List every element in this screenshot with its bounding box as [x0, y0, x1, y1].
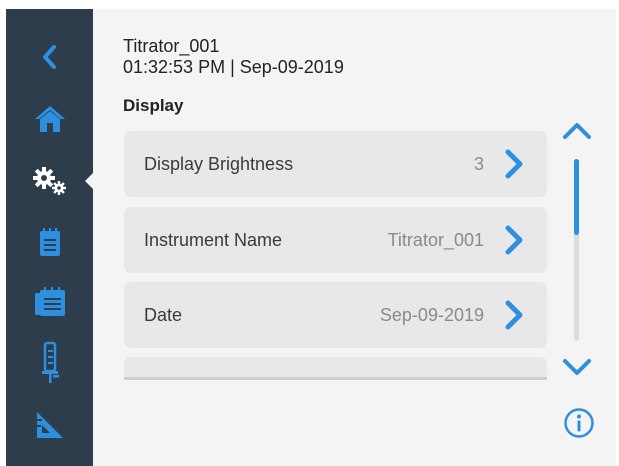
scroll-up-button[interactable]	[561, 119, 593, 141]
chevron-right-icon	[505, 225, 523, 255]
header: Titrator_001 01:32:53 PM | Sep-09-2019	[123, 36, 344, 78]
settings-list: Display Brightness 3 Instrument Name Tit…	[124, 131, 547, 378]
setting-row-partial[interactable]	[124, 357, 547, 378]
info-button[interactable]	[563, 407, 595, 439]
sidebar-item-reports[interactable]	[6, 282, 93, 322]
scroll-down-button[interactable]	[561, 357, 593, 379]
back-button[interactable]	[6, 37, 93, 77]
setting-value: Titrator_001	[387, 229, 484, 250]
sidebar-item-measure[interactable]	[6, 405, 93, 445]
sidebar-item-settings[interactable]	[6, 161, 93, 201]
active-item-pointer	[85, 172, 94, 190]
setting-row-display-brightness[interactable]: Display Brightness 3	[124, 131, 547, 197]
setting-label: Instrument Name	[144, 229, 283, 250]
reports-calendar-icon	[34, 287, 65, 316]
setting-row-instrument-name[interactable]: Instrument Name Titrator_001	[124, 207, 547, 273]
notepad-icon	[39, 228, 60, 256]
app-frame: Titrator_001 01:32:53 PM | Sep-09-2019 D…	[6, 9, 616, 466]
datetime-text: 01:32:53 PM | Sep-09-2019	[123, 57, 344, 77]
section-title: Display	[123, 96, 184, 115]
home-icon	[34, 106, 65, 132]
list-divider	[124, 377, 547, 380]
setting-value: 3	[473, 153, 484, 174]
burette-icon	[41, 341, 59, 383]
setting-label: Display Brightness	[144, 153, 294, 174]
setting-label: Date	[144, 304, 183, 325]
ruler-triangle-icon	[36, 412, 63, 438]
sidebar-item-home[interactable]	[6, 99, 93, 139]
chevron-right-icon	[505, 300, 523, 330]
sidebar-item-burette[interactable]	[6, 341, 93, 383]
chevron-right-icon	[505, 149, 523, 179]
sidebar	[6, 9, 93, 466]
instrument-name-title: Titrator_001	[123, 36, 220, 56]
setting-row-date[interactable]: Date Sep-09-2019	[124, 282, 547, 348]
scrollbar-thumb[interactable]	[574, 159, 579, 235]
setting-value: Sep-09-2019	[379, 304, 484, 325]
back-chevron-icon	[42, 45, 56, 69]
scrollbar-track[interactable]	[574, 159, 579, 341]
sidebar-item-notes[interactable]	[6, 222, 93, 262]
settings-gears-icon	[32, 167, 66, 195]
